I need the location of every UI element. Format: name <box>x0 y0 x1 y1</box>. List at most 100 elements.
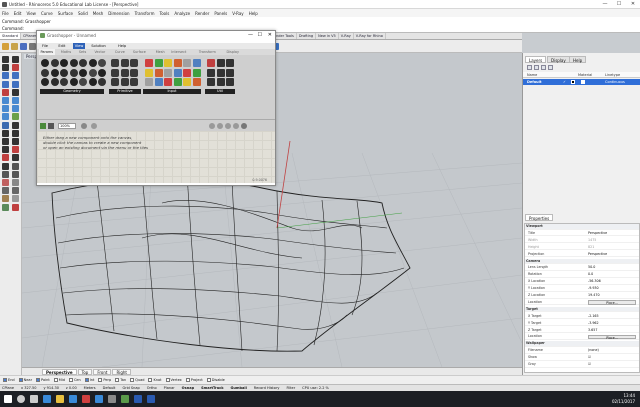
osnap-checkbox[interactable] <box>84 378 89 382</box>
input-param-icon[interactable] <box>145 78 153 86</box>
geometry-param-icon[interactable] <box>98 68 106 77</box>
input-param-icon[interactable] <box>164 59 172 67</box>
viewport-tab-perspective[interactable]: Perspective <box>42 368 77 375</box>
osnap-tan[interactable]: Tan <box>115 378 126 382</box>
place-button[interactable]: Place... <box>588 334 636 340</box>
rectangle-icon[interactable] <box>2 80 9 88</box>
hide-tool-icon[interactable] <box>12 195 19 203</box>
units-label[interactable]: Meters <box>84 386 96 390</box>
sphere-icon[interactable] <box>12 105 19 113</box>
save-icon[interactable] <box>20 43 27 50</box>
boolean-icon[interactable] <box>2 121 9 129</box>
maximize-icon[interactable]: ☐ <box>612 0 626 9</box>
task-view-icon[interactable] <box>30 395 38 403</box>
menu-help[interactable]: Help <box>249 11 258 16</box>
mesh-icon[interactable] <box>12 113 19 121</box>
geometry-param-icon[interactable] <box>88 68 97 77</box>
gh-wire-icon[interactable] <box>217 123 223 129</box>
render-tool-icon[interactable] <box>12 179 19 186</box>
status-toggle-planar[interactable]: Planar <box>164 386 175 390</box>
photoshop-icon[interactable] <box>134 395 142 403</box>
layer-color-swatch[interactable] <box>571 80 575 84</box>
tab-help[interactable]: Help <box>569 56 587 63</box>
close-icon[interactable]: ✕ <box>626 0 640 9</box>
toolbar-tab-new-in-v5[interactable]: New in V5 <box>316 33 339 39</box>
property-value[interactable]: (none) <box>588 348 599 354</box>
explode-icon[interactable] <box>2 162 9 170</box>
grasshopper-taskbar-icon[interactable] <box>121 395 129 403</box>
new-icon[interactable] <box>2 43 9 50</box>
input-param-icon[interactable] <box>173 68 182 77</box>
menu-curve[interactable]: Curve <box>41 11 53 16</box>
primitive-param-icon[interactable] <box>111 78 119 86</box>
copy-tool-icon[interactable] <box>2 129 9 137</box>
osnap-checkbox[interactable] <box>130 378 135 382</box>
geometry-param-icon[interactable] <box>50 59 59 67</box>
search-icon[interactable] <box>17 395 25 403</box>
col-name[interactable]: Name <box>527 72 537 78</box>
gh-close-icon[interactable]: ✕ <box>268 32 272 38</box>
menu-render[interactable]: Render <box>195 11 209 16</box>
tab-layers[interactable]: Layers <box>525 56 547 63</box>
menu-surface[interactable]: Surface <box>58 11 73 16</box>
osnap-checkbox[interactable] <box>18 378 23 382</box>
primitive-param-icon[interactable] <box>120 68 129 77</box>
col-material[interactable]: Material <box>578 72 592 78</box>
viewport-tab-front[interactable]: Front <box>93 368 112 375</box>
layer-row-default[interactable]: Default ✓ Continuous <box>523 79 640 85</box>
print-icon[interactable] <box>29 43 36 50</box>
menu-dimension[interactable]: Dimension <box>108 11 129 16</box>
menu-edit[interactable]: Edit <box>14 11 22 16</box>
arc-icon[interactable] <box>12 72 19 80</box>
menu-view[interactable]: View <box>26 11 36 16</box>
geometry-param-icon[interactable] <box>79 78 87 86</box>
offset-icon[interactable] <box>12 88 19 96</box>
move-down-icon[interactable] <box>548 65 553 70</box>
toolbar-tab-drafting[interactable]: Drafting <box>297 33 317 39</box>
input-param-icon[interactable] <box>154 78 163 86</box>
gh-shaded-icon[interactable] <box>225 123 231 129</box>
osnap-end[interactable]: End <box>3 378 15 382</box>
select-arrow-icon[interactable] <box>2 56 9 63</box>
menu-panels[interactable]: Panels <box>214 11 227 16</box>
util-param-icon[interactable] <box>216 78 225 86</box>
primitive-param-icon[interactable] <box>120 59 129 67</box>
menu-solid[interactable]: Solid <box>78 11 88 16</box>
open-icon[interactable] <box>11 43 18 50</box>
geometry-param-icon[interactable] <box>88 59 97 67</box>
property-value[interactable]: 1475 <box>588 238 596 244</box>
gh-group-util[interactable]: Util <box>205 89 235 94</box>
property-row[interactable]: Wallpaper <box>525 341 639 347</box>
util-param-icon[interactable] <box>207 78 215 86</box>
geometry-param-icon[interactable] <box>50 78 59 86</box>
primitive-param-icon[interactable] <box>111 68 119 77</box>
property-value[interactable]: 821 <box>588 245 594 251</box>
menu-file[interactable]: File <box>2 11 9 16</box>
osnap-project[interactable]: Project <box>185 378 203 382</box>
osnap-knot[interactable]: Knot <box>148 378 162 382</box>
curve-icon[interactable] <box>12 64 19 72</box>
input-param-icon[interactable] <box>192 59 201 67</box>
geometry-param-icon[interactable] <box>69 78 78 86</box>
input-param-icon[interactable] <box>145 59 153 67</box>
geometry-param-icon[interactable] <box>60 68 68 77</box>
move-icon[interactable] <box>12 121 19 129</box>
gh-selected-icon[interactable] <box>233 123 239 129</box>
property-value[interactable]: ☑ <box>588 362 591 368</box>
edge-icon[interactable] <box>43 395 51 403</box>
delete-layer-icon[interactable] <box>534 65 539 70</box>
gh-preview-icon[interactable] <box>81 123 87 129</box>
gh-group-input[interactable]: Input <box>143 89 201 94</box>
status-toggle-record-history[interactable]: Record History <box>254 386 280 390</box>
util-param-icon[interactable] <box>207 59 215 67</box>
geometry-param-icon[interactable] <box>60 78 68 86</box>
cylinder-icon[interactable] <box>2 113 9 121</box>
new-layer-icon[interactable] <box>527 65 532 70</box>
geometry-param-icon[interactable] <box>41 59 49 67</box>
property-value[interactable]: Perspective <box>588 231 607 237</box>
primitive-param-icon[interactable] <box>130 68 138 77</box>
array-icon[interactable] <box>2 146 9 154</box>
property-value[interactable]: 50.0 <box>588 265 595 271</box>
osnap-perp[interactable]: Perp <box>98 378 111 382</box>
gh-minimize-icon[interactable]: — <box>248 32 253 38</box>
